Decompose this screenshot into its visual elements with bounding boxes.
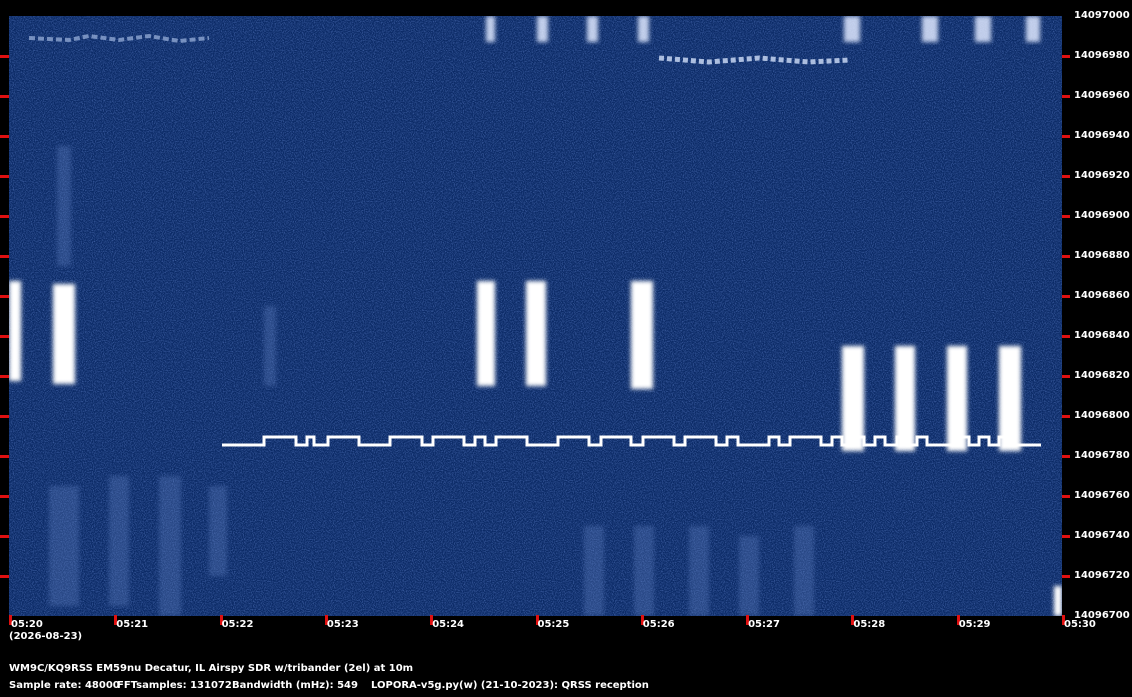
date-label: (2026-08-23) (9, 631, 83, 642)
x-axis-label: 05:22 (221, 619, 254, 630)
station-info: WM9C/KQ9RSS EM59nu Decatur, IL Airspy SD… (9, 663, 414, 674)
y-tick-left (0, 375, 9, 378)
y-axis-label: 14096860 (1074, 290, 1130, 301)
x-axis-label: 05:27 (748, 619, 780, 630)
y-tick-left (0, 95, 9, 98)
x-axis-label: 05:30 (1064, 619, 1096, 630)
y-tick-right (1062, 135, 1070, 138)
y-axis-label: 14096920 (1074, 170, 1130, 181)
y-tick-left (0, 55, 9, 58)
y-tick-right (1062, 295, 1070, 298)
y-tick-right (1062, 55, 1070, 58)
y-axis-label: 14096980 (1074, 50, 1130, 61)
x-axis-label: 05:21 (116, 619, 149, 630)
sample-rate: Sample rate: 48000 (9, 680, 120, 691)
y-tick-left (0, 495, 9, 498)
y-tick-left (0, 535, 9, 538)
x-axis-label: 05:28 (853, 619, 886, 630)
y-tick-right (1062, 375, 1070, 378)
x-axis-label: 05:29 (958, 619, 991, 630)
y-axis-label: 14096820 (1074, 370, 1130, 381)
y-tick-left (0, 175, 9, 178)
y-tick-left (0, 295, 9, 298)
x-axis-label: 05:26 (642, 619, 675, 630)
y-axis-label: 14097000 (1074, 10, 1130, 21)
y-axis-label: 14096740 (1074, 530, 1130, 541)
y-axis-label: 14096840 (1074, 330, 1130, 341)
y-tick-left (0, 575, 9, 578)
y-axis-label: 14096900 (1074, 210, 1130, 221)
y-axis-label: 14096960 (1074, 90, 1130, 101)
y-tick-right (1062, 335, 1070, 338)
y-axis-label: 14096760 (1074, 490, 1130, 501)
y-tick-right (1062, 535, 1070, 538)
y-tick-right (1062, 175, 1070, 178)
y-tick-right (1062, 95, 1070, 98)
y-tick-left (0, 415, 9, 418)
software-info: LOPORA-v5g.py(w) (21-10-2023): QRSS rece… (371, 680, 649, 691)
y-tick-left (0, 215, 9, 218)
y-tick-right (1062, 215, 1070, 218)
y-axis-label: 14096940 (1074, 130, 1130, 141)
y-axis-label: 14096880 (1074, 250, 1130, 261)
y-tick-left (0, 455, 9, 458)
y-tick-right (1062, 575, 1070, 578)
waterfall-display (9, 16, 1062, 616)
y-axis-label: 14096720 (1074, 570, 1130, 581)
waterfall-signals (9, 16, 1062, 616)
y-tick-right (1062, 415, 1070, 418)
y-axis-label: 14096800 (1074, 410, 1130, 421)
y-axis-label: 14096780 (1074, 450, 1130, 461)
x-axis-label: 05:25 (537, 619, 570, 630)
y-tick-left (0, 135, 9, 138)
y-tick-left (0, 335, 9, 338)
x-axis-label: 05:20 (11, 619, 43, 630)
x-axis-label: 05:23 (326, 619, 359, 630)
y-tick-right (1062, 255, 1070, 258)
y-tick-left (0, 255, 9, 258)
bandwidth: Bandwidth (mHz): 549 (232, 680, 358, 691)
x-axis-label: 05:24 (432, 619, 465, 630)
fft-samples: FFTsamples: 131072 (117, 680, 232, 691)
y-tick-right (1062, 455, 1070, 458)
y-tick-right (1062, 495, 1070, 498)
